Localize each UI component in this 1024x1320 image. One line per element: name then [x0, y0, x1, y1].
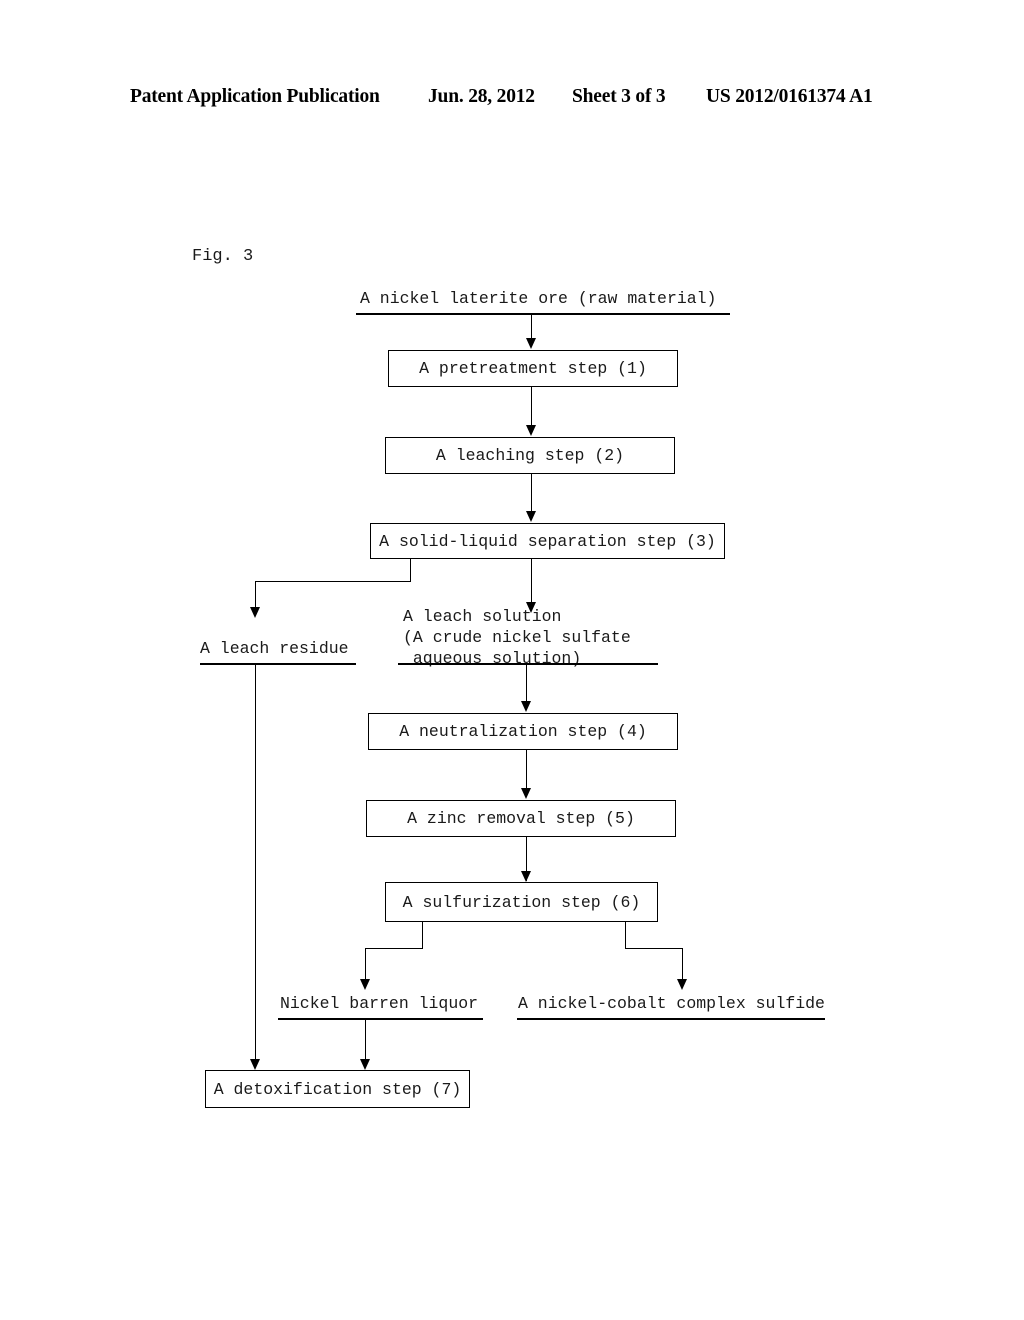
- arrowhead-to-step5: [521, 788, 531, 799]
- process-box-sulfurization-step[interactable]: A sulfurization step (6): [385, 882, 658, 922]
- process-box-zinc-removal-step-label: A zinc removal step (5): [407, 809, 635, 828]
- connector-step3-to-leach-solution: [531, 559, 532, 603]
- stream-label-raw-material: A nickel laterite ore (raw material): [360, 289, 717, 308]
- header-publication-title: Patent Application Publication: [130, 86, 380, 107]
- process-box-pretreatment-step-label: A pretreatment step (1): [419, 359, 647, 378]
- figure-label: Fig. 3: [192, 247, 254, 266]
- connector-step3-branch-left-horizontal: [255, 581, 411, 582]
- page-header: Patent Application Publication Jun. 28, …: [0, 86, 1024, 112]
- header-patent-number: US 2012/0161374 A1: [706, 86, 873, 107]
- connector-to-nickel-barren-liquor: [365, 948, 366, 980]
- connector-step1-to-step2: [531, 387, 532, 425]
- arrowhead-to-nickel-cobalt-sulfide: [677, 979, 687, 990]
- process-box-neutralization-step-label: A neutralization step (4): [399, 722, 647, 741]
- underline-nickel-cobalt-complex-sulfide: [517, 1018, 825, 1020]
- connector-leach-solution-to-step4: [526, 663, 527, 702]
- arrowhead-to-step4: [521, 701, 531, 712]
- process-box-neutralization-step[interactable]: A neutralization step (4): [368, 713, 678, 750]
- connector-step3-branch-left-vertical: [410, 559, 411, 582]
- arrowhead-to-nickel-barren-liquor: [360, 979, 370, 990]
- underline-raw-material: [356, 313, 730, 315]
- process-box-detoxification-step-label: A detoxification step (7): [213, 1079, 462, 1099]
- connector-step6-branch-left-vertical: [422, 922, 423, 949]
- process-box-sulfurization-step-label: A sulfurization step (6): [402, 892, 641, 912]
- process-box-solid-liquid-separation-step-label: A solid-liquid separation step (3): [379, 531, 716, 551]
- connector-step4-to-step5: [526, 750, 527, 789]
- connector-step2-to-step3: [531, 474, 532, 511]
- stream-label-nickel-barren-liquor: Nickel barren liquor: [280, 994, 479, 1013]
- connector-step6-branch-left-horizontal: [365, 948, 423, 949]
- stream-label-nickel-cobalt-complex-sulfide: A nickel-cobalt complex sulfide: [518, 994, 825, 1013]
- process-box-solid-liquid-separation-step[interactable]: A solid-liquid separation step (3): [370, 523, 725, 559]
- connector-leach-residue-to-detoxification: [255, 663, 256, 1061]
- arrowhead-to-step3: [526, 511, 536, 522]
- stream-label-leach-solution-line1: A leach solution: [403, 607, 562, 626]
- process-box-leaching-step-label: A leaching step (2): [435, 446, 625, 465]
- connector-step6-branch-right-vertical: [625, 922, 626, 949]
- connector-step6-branch-right-horizontal: [625, 948, 683, 949]
- process-box-zinc-removal-step[interactable]: A zinc removal step (5): [366, 800, 676, 837]
- connector-to-nickel-cobalt-sulfide: [682, 948, 683, 980]
- stream-label-leach-residue: A leach residue: [200, 639, 349, 658]
- underline-leach-residue: [200, 663, 356, 665]
- stream-label-leach-solution-line2: (A crude nickel sulfate: [403, 628, 631, 647]
- header-sheet-number: Sheet 3 of 3: [572, 86, 666, 107]
- underline-nickel-barren-liquor: [278, 1018, 483, 1020]
- arrowhead-to-step6: [521, 871, 531, 882]
- connector-nickel-barren-liquor-to-detoxification: [365, 1018, 366, 1061]
- stream-label-leach-solution-line3: aqueous solution): [403, 649, 582, 668]
- connector-rawmaterial-to-step1: [531, 313, 532, 339]
- header-publication-date: Jun. 28, 2012: [428, 86, 535, 107]
- arrowhead-to-step1: [526, 338, 536, 349]
- patent-figure-page: Patent Application Publication Jun. 28, …: [0, 0, 1024, 1320]
- arrowhead-barren-liquor-to-detoxification: [360, 1059, 370, 1070]
- underline-leach-solution: [398, 663, 658, 665]
- arrowhead-to-step2: [526, 425, 536, 436]
- process-box-detoxification-step[interactable]: A detoxification step (7): [205, 1070, 470, 1108]
- stream-label-leach-solution: A leach solution (A crude nickel sulfate …: [403, 606, 631, 669]
- process-box-pretreatment-step[interactable]: A pretreatment step (1): [388, 350, 678, 387]
- connector-to-leach-residue: [255, 581, 256, 608]
- arrowhead-leach-residue-to-detoxification: [250, 1059, 260, 1070]
- arrowhead-to-leach-residue: [250, 607, 260, 618]
- process-box-leaching-step[interactable]: A leaching step (2): [385, 437, 675, 474]
